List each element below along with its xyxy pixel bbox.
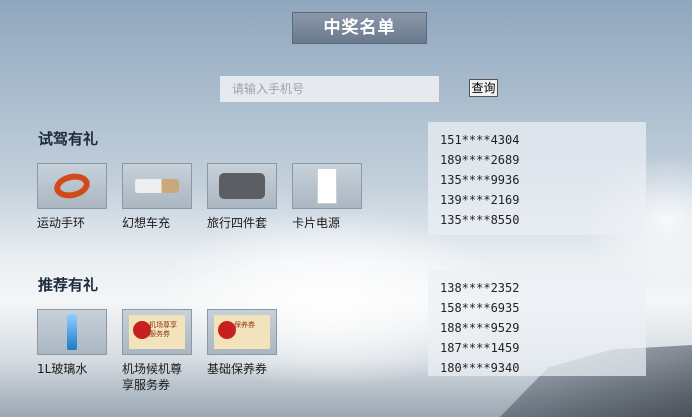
wristband-icon	[37, 163, 107, 209]
prize-item: 幻想车充	[122, 163, 194, 231]
maintenance-voucher-icon: 保养券	[207, 309, 277, 355]
winner-phone: 135****8550	[440, 213, 520, 227]
prize-item: 机场尊享服务券 机场候机尊 享服务券	[122, 309, 194, 393]
power-card-icon	[292, 163, 362, 209]
winner-phone: 135****9936	[440, 173, 520, 187]
prize-label: 旅行四件套	[207, 216, 268, 230]
prize-label: 幻想车充	[122, 216, 171, 230]
winners-list-title: 中奖名单	[292, 12, 427, 44]
prize-item: 保养券 基础保养券	[207, 309, 279, 377]
section-title-referral: 推荐有礼	[38, 276, 99, 294]
query-button[interactable]: 查询	[469, 79, 498, 97]
winner-phone: 187****1459	[440, 341, 520, 355]
prize-label: 机场候机尊 享服务券	[122, 362, 183, 392]
winner-phone: 139****2169	[440, 193, 520, 207]
prize-label: 1L玻璃水	[37, 362, 88, 376]
winners-list-referral[interactable]: 138****2352 158****6935 188****9529 187*…	[428, 270, 646, 376]
prize-label: 运动手环	[37, 216, 86, 230]
phone-search-input[interactable]	[220, 76, 439, 102]
prize-item: 运动手环	[37, 163, 109, 231]
winner-phone: 189****2689	[440, 153, 520, 167]
washer-fluid-bottle-icon	[37, 309, 107, 355]
prize-item: 1L玻璃水	[37, 309, 109, 377]
prize-label: 基础保养券	[207, 362, 268, 376]
prize-label: 卡片电源	[292, 216, 341, 230]
winner-phone: 158****6935	[440, 301, 520, 315]
winner-phone: 180****9340	[440, 361, 520, 375]
winner-phone: 151****4304	[440, 133, 520, 147]
winner-phone: 138****2352	[440, 281, 520, 295]
winners-list-test-drive[interactable]: 151****4304 189****2689 135****9936 139*…	[428, 122, 646, 235]
section-title-test-drive: 试驾有礼	[38, 130, 99, 148]
winner-phone: 188****9529	[440, 321, 520, 335]
car-charger-icon	[122, 163, 192, 209]
travel-bag-icon	[207, 163, 277, 209]
prize-item: 旅行四件套	[207, 163, 279, 231]
prize-item: 卡片电源	[292, 163, 364, 231]
airport-voucher-icon: 机场尊享服务券	[122, 309, 192, 355]
